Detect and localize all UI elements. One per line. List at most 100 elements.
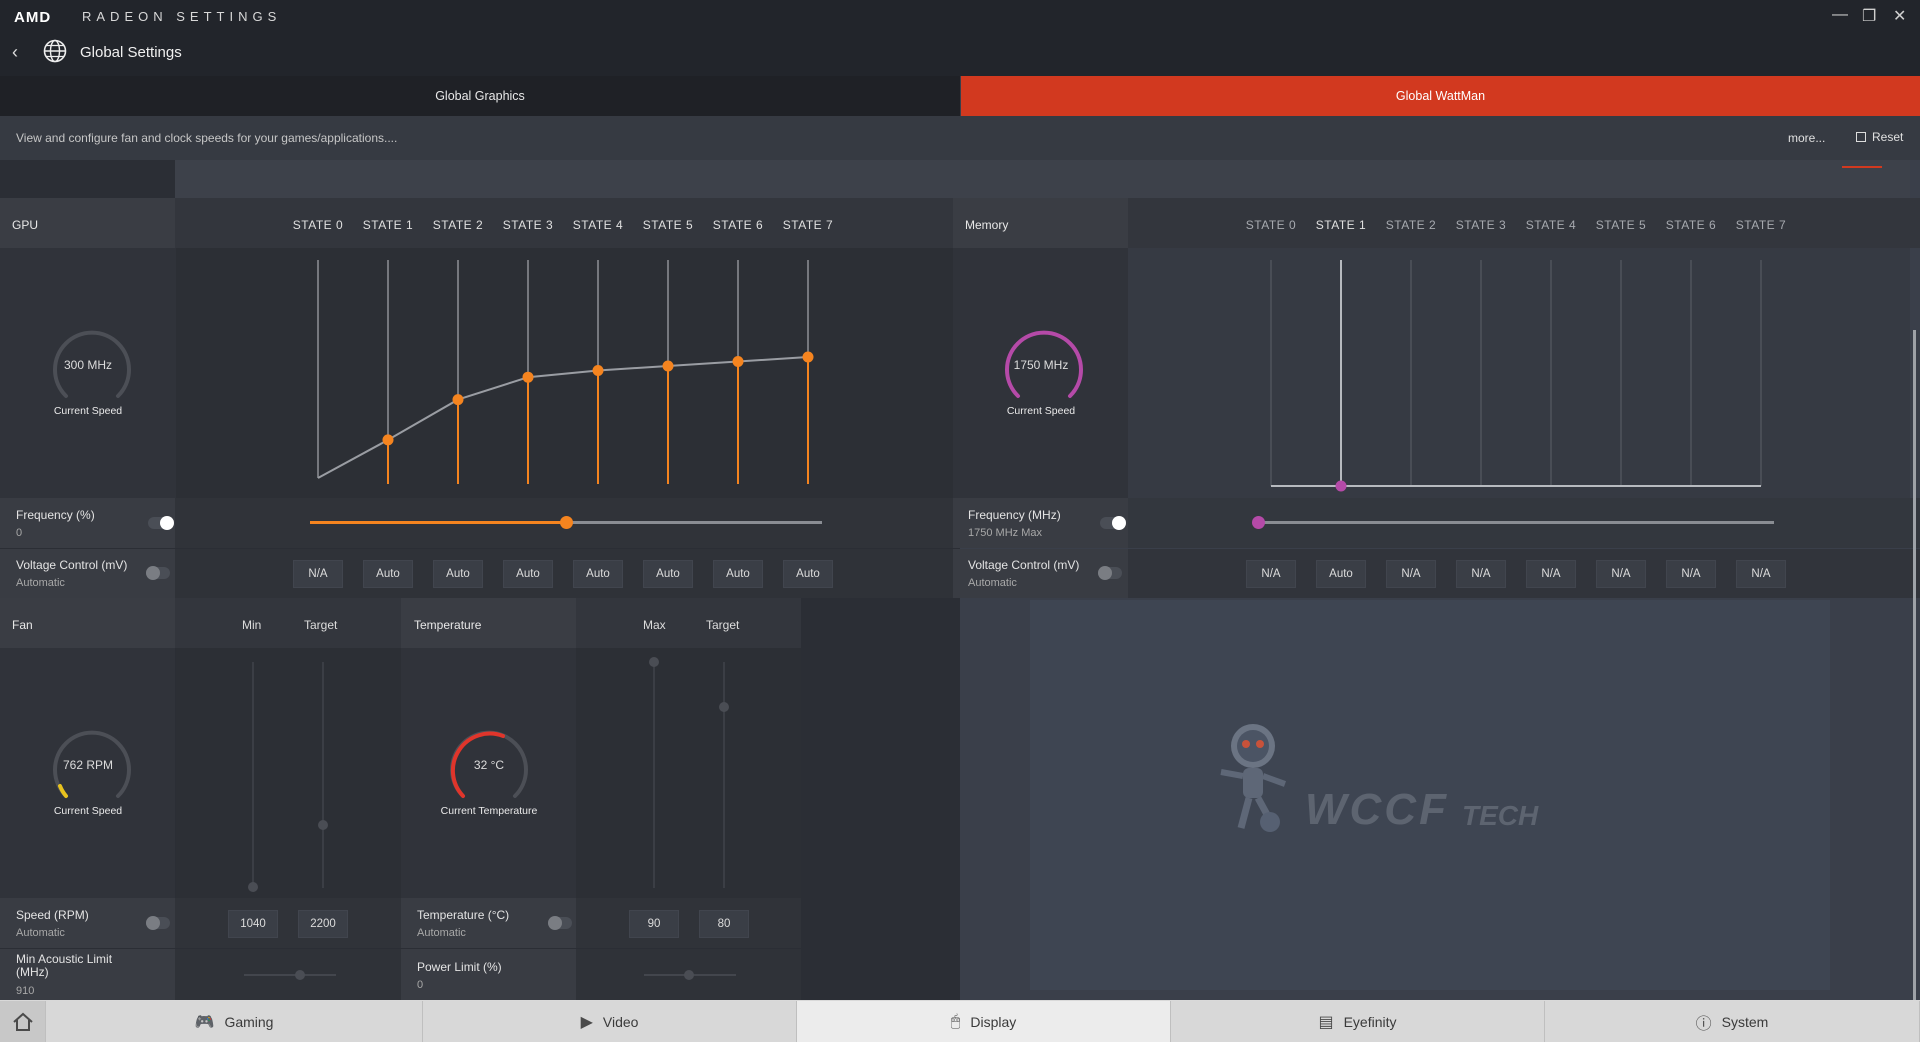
gpu-voltage-input[interactable]: Auto: [573, 560, 623, 588]
temperature-max-handle[interactable]: [649, 657, 659, 667]
gpu-state-label[interactable]: STATE 1: [353, 218, 423, 232]
nav-display[interactable]: 🖱 Display: [797, 1001, 1171, 1042]
fan-target-input[interactable]: 2200: [298, 910, 348, 938]
fan-min-slider[interactable]: [252, 662, 254, 888]
memory-voltage-input[interactable]: N/A: [1666, 560, 1716, 588]
gpu-state-label[interactable]: STATE 5: [633, 218, 703, 232]
temperature-target-handle[interactable]: [719, 702, 729, 712]
memory-voltage-input[interactable]: N/A: [1456, 560, 1506, 588]
memory-voltage-input[interactable]: Auto: [1316, 560, 1366, 588]
memory-voltage-input[interactable]: N/A: [1526, 560, 1576, 588]
memory-voltage-input[interactable]: N/A: [1596, 560, 1646, 588]
fan-col-target: Target: [304, 618, 338, 632]
scrollbar-thumb[interactable]: [1913, 330, 1916, 1000]
minimize-button[interactable]: —: [1832, 6, 1848, 24]
tab-global-wattman[interactable]: Global WattMan: [961, 76, 1920, 116]
temperature-max-slider[interactable]: [653, 662, 655, 888]
maximize-button[interactable]: ❐: [1862, 6, 1876, 26]
temperature-max-input[interactable]: 90: [629, 910, 679, 938]
gpu-state-point[interactable]: [732, 356, 744, 368]
gpu-frequency-toggle[interactable]: [148, 516, 174, 530]
temperature-target-slider[interactable]: [723, 662, 725, 888]
gpu-state-label[interactable]: STATE 4: [563, 218, 633, 232]
memory-voltage-input[interactable]: N/A: [1386, 560, 1436, 588]
scroll-band: [175, 160, 1910, 198]
gpu-voltage-input[interactable]: Auto: [713, 560, 763, 588]
gpu-frequency-label: Frequency (%): [16, 508, 95, 522]
gpu-state-label[interactable]: STATE 0: [283, 218, 353, 232]
memory-state-label[interactable]: STATE 3: [1446, 218, 1516, 232]
gpu-state-point[interactable]: [592, 364, 604, 376]
memory-state-curve[interactable]: [1128, 248, 1910, 498]
power-limit-handle[interactable]: [684, 970, 694, 980]
fan-min-handle[interactable]: [248, 882, 258, 892]
gpu-voltage-toggle[interactable]: [146, 566, 170, 580]
memory-state-label[interactable]: STATE 5: [1586, 218, 1656, 232]
power-limit-label: Power Limit (%): [417, 960, 502, 974]
nav-system-label: System: [1721, 1013, 1769, 1030]
gpu-state-label[interactable]: STATE 7: [773, 218, 843, 232]
fan-acoustic-handle[interactable]: [295, 970, 305, 980]
gpu-voltage-input[interactable]: Auto: [363, 560, 413, 588]
gpu-voltage-input[interactable]: N/A: [293, 560, 343, 588]
memory-state-label[interactable]: STATE 2: [1376, 218, 1446, 232]
memory-state-label[interactable]: STATE 1: [1306, 218, 1376, 232]
home-button[interactable]: [0, 1001, 46, 1042]
fan-target-handle[interactable]: [318, 820, 328, 830]
temperature-toggle[interactable]: [548, 916, 572, 930]
app-title: RADEON SETTINGS: [82, 9, 282, 24]
memory-state-label[interactable]: STATE 7: [1726, 218, 1796, 232]
power-limit-value: 0: [417, 979, 424, 991]
fan-acoustic-label: Min Acoustic Limit (MHz): [16, 952, 113, 979]
back-arrow-icon[interactable]: ‹: [12, 42, 18, 63]
gpu-state-point[interactable]: [662, 360, 674, 372]
info-icon: ⓘ: [1695, 1015, 1712, 1033]
nav-video[interactable]: ▶ Video: [423, 1001, 797, 1042]
memory-voltage-input[interactable]: N/A: [1736, 560, 1786, 588]
fan-target-slider[interactable]: [322, 662, 324, 888]
gpu-state-point[interactable]: [802, 351, 814, 363]
memory-state-point[interactable]: [1335, 480, 1347, 492]
memory-voltage-input[interactable]: N/A: [1246, 560, 1296, 588]
gpu-state-label[interactable]: STATE 2: [423, 218, 493, 232]
memory-frequency-toggle[interactable]: [1100, 516, 1126, 530]
temperature-slider-area: [576, 648, 801, 898]
gpu-state-point[interactable]: [522, 371, 534, 383]
reset-label: Reset: [1872, 130, 1904, 144]
memory-frequency-slider-track[interactable]: [1258, 521, 1774, 524]
gpu-frequency-value: 0: [16, 527, 23, 539]
title-bar: [0, 0, 1920, 76]
nav-eyefinity[interactable]: ▤ Eyefinity: [1171, 1001, 1545, 1042]
gpu-voltage-input[interactable]: Auto: [783, 560, 833, 588]
memory-frequency-slider-handle[interactable]: [1252, 516, 1265, 529]
gpu-state-point[interactable]: [452, 394, 464, 406]
gpu-voltage-input[interactable]: Auto: [643, 560, 693, 588]
memory-state-label[interactable]: STATE 0: [1236, 218, 1306, 232]
gpu-voltage-input[interactable]: Auto: [433, 560, 483, 588]
fan-speed-label: Speed (RPM): [16, 908, 89, 922]
temperature-target-input[interactable]: 80: [699, 910, 749, 938]
fan-acoustic-slider[interactable]: [244, 974, 336, 976]
home-icon: [12, 1012, 33, 1031]
tab-global-graphics[interactable]: Global Graphics: [0, 76, 960, 116]
memory-voltage-toggle[interactable]: [1098, 566, 1122, 580]
gpu-current-speed: 300 MHz: [63, 358, 113, 372]
memory-state-label[interactable]: STATE 6: [1656, 218, 1726, 232]
fan-speed-toggle[interactable]: [146, 916, 170, 930]
nav-display-label: Display: [970, 1013, 1017, 1030]
nav-gaming[interactable]: 🎮 Gaming: [46, 1001, 423, 1042]
close-button[interactable]: ✕: [1893, 6, 1906, 26]
gpu-state-label[interactable]: STATE 6: [703, 218, 773, 232]
gpu-voltage-input[interactable]: Auto: [503, 560, 553, 588]
gpu-state-curve[interactable]: [176, 248, 953, 498]
fan-min-input[interactable]: 1040: [228, 910, 278, 938]
gpu-frequency-slider-handle[interactable]: [560, 516, 573, 529]
gpu-state-point[interactable]: [382, 434, 394, 446]
memory-header: Memory: [965, 218, 1009, 232]
gamepad-icon: 🎮: [194, 1013, 215, 1031]
more-link[interactable]: more...: [1788, 131, 1825, 145]
nav-system[interactable]: ⓘ System: [1545, 1001, 1920, 1042]
reset-button[interactable]: Reset: [1856, 130, 1903, 144]
gpu-state-label[interactable]: STATE 3: [493, 218, 563, 232]
memory-state-label[interactable]: STATE 4: [1516, 218, 1586, 232]
